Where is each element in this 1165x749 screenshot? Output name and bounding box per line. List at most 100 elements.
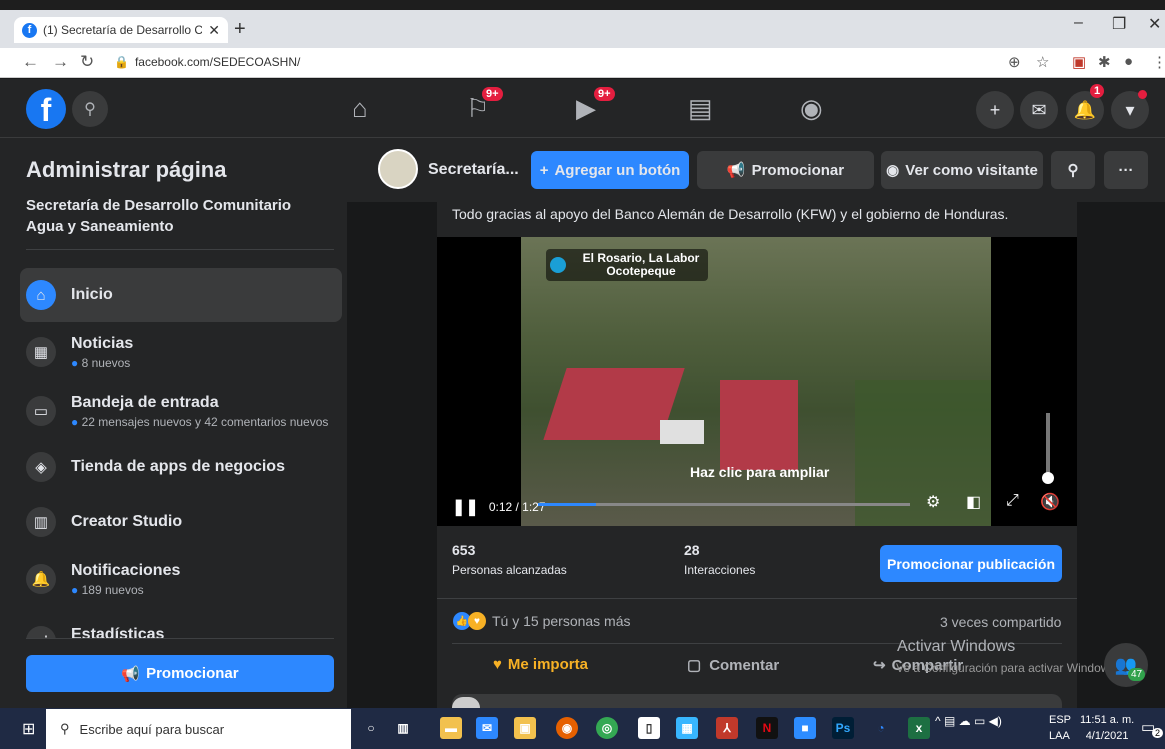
mail-icon[interactable]: ✉ [476, 717, 498, 739]
sidebar-item-app-store[interactable]: ◈ Tienda de apps de negocios [20, 440, 342, 494]
sidebar-item-label: Creator Studio [71, 513, 183, 530]
facebook-favicon-icon: f [22, 22, 37, 38]
location-line-2: Ocotepeque [606, 264, 676, 278]
location-tag: El Rosario, La Labor Ocotepeque [546, 249, 708, 281]
back-icon[interactable]: ← [22, 52, 39, 72]
watch-icon[interactable]: ▶ [576, 93, 596, 124]
sidebar-item-inicio[interactable]: ⌂ Inicio [20, 268, 342, 322]
inbox-icon: ▭ [26, 396, 56, 426]
home-icon[interactable]: ⌂ [352, 93, 368, 124]
shares-count[interactable]: 3 veces compartido [940, 614, 1061, 630]
extension-icon[interactable]: ▣ [1072, 53, 1086, 71]
search-icon[interactable]: ⚲ [72, 91, 108, 127]
zoom-app-icon[interactable]: ■ [794, 717, 816, 739]
more-options-icon[interactable]: ··· [1104, 151, 1148, 189]
minimize-icon[interactable]: – [1074, 14, 1083, 32]
add-button-button[interactable]: + Agregar un botón [531, 151, 689, 189]
sidebar-item-estadisticas[interactable]: ⋰ Estadísticas [20, 620, 342, 638]
close-window-icon[interactable]: ✕ [1148, 14, 1161, 34]
sidebar-title: Administrar página [26, 157, 227, 182]
groups-icon[interactable]: ◉ [800, 93, 823, 124]
page-search-icon[interactable]: ⚲ [1051, 151, 1095, 189]
photoshop-icon[interactable]: Ps [832, 717, 854, 739]
new-tab-icon[interactable]: + [234, 18, 246, 41]
sidebar-item-inbox[interactable]: ▭ Bandeja de entrada ● 22 mensajes nuevo… [20, 384, 342, 438]
file-explorer-icon[interactable]: ▬ [440, 717, 462, 739]
taskbar-search[interactable]: ⚲ Escribe aquí para buscar [46, 709, 351, 749]
promote-post-button[interactable]: Promocionar publicación [880, 545, 1062, 582]
video-controls: ❚❚ 0:12 / 1:27 [452, 497, 546, 517]
puzzle-icon[interactable]: ✱ [1098, 53, 1111, 71]
sidebar-item-sub: 8 nuevos [81, 355, 131, 370]
fullscreen-icon[interactable]: ⤢ [1006, 492, 1019, 510]
windows-start-icon[interactable]: ⊞ [22, 719, 35, 739]
volume-knob[interactable] [1042, 472, 1054, 484]
mute-icon[interactable]: 🔇 [1040, 492, 1060, 512]
video-roof-right [720, 380, 798, 470]
lock-icon: 🔒 [114, 55, 129, 69]
reload-icon[interactable]: ↻ [80, 52, 94, 72]
comment-icon: ▢ [687, 657, 702, 674]
calculator-icon[interactable]: ▦ [676, 717, 698, 739]
reactions-summary[interactable]: 👍 ♥ Tú y 15 personas más [453, 612, 631, 630]
task-view-icon[interactable]: ▥ [392, 717, 414, 739]
notifications-badge: 1 [1090, 84, 1105, 98]
facebook-logo-icon[interactable]: f [26, 89, 66, 129]
document-icon[interactable]: ▯ [638, 717, 660, 739]
messenger-icon[interactable]: ✉ [1020, 91, 1058, 129]
netflix-icon[interactable]: N [756, 717, 778, 739]
interactions-number: 28 [684, 542, 700, 558]
chrome-icon[interactable]: ◎ [596, 717, 618, 739]
stats-icon: ⋰ [26, 626, 56, 638]
url-field[interactable]: 🔒 facebook.com/SEDECOASHN/ [114, 55, 300, 69]
sidebar-page-name: Secretaría de Desarrollo Comunitario Agu… [26, 197, 292, 235]
taskbar-search-text: Escribe aquí para buscar [79, 721, 225, 737]
restore-icon[interactable]: ❐ [1112, 14, 1126, 34]
star-icon[interactable]: ☆ [1036, 53, 1049, 71]
sidebar-item-notificaciones[interactable]: 🔔 Notificaciones ● 189 nuevos [20, 552, 342, 606]
browser-tab[interactable]: f (1) Secretaría de Desarrollo Com ✕ [14, 17, 228, 43]
promote-page-button[interactable]: 📢 Promocionar [697, 151, 874, 189]
acrobat-icon[interactable]: ⅄ [716, 717, 738, 739]
menu-dots-icon[interactable]: ⋮ [1152, 53, 1165, 71]
firefox-icon[interactable]: ◉ [556, 717, 578, 739]
sidebar-item-noticias[interactable]: ▦ Noticias ● 8 nuevos [20, 325, 342, 379]
picture-in-picture-icon[interactable]: ◧ [966, 492, 981, 512]
eye-icon: ◉ [886, 162, 900, 179]
edge-icon[interactable]: ◔ [870, 717, 892, 739]
pause-icon[interactable]: ❚❚ [452, 497, 479, 517]
forward-icon[interactable]: → [52, 52, 69, 72]
care-label: Me importa [507, 656, 588, 673]
comment-button[interactable]: ▢ Comentar [687, 656, 779, 675]
view-as-label: Ver como visitante [905, 161, 1038, 179]
create-icon[interactable]: + [976, 91, 1014, 129]
page-avatar[interactable] [378, 149, 418, 189]
marketplace-icon[interactable]: ▤ [688, 93, 713, 124]
settings-gear-icon[interactable]: ⚙ [926, 492, 940, 512]
screen-top-strip [0, 0, 1165, 10]
store-icon[interactable]: ▣ [514, 717, 536, 739]
sidebar-item-creator-studio[interactable]: ▥ Creator Studio [20, 495, 342, 549]
view-as-visitor-button[interactable]: ◉ Ver como visitante [881, 151, 1043, 189]
taskbar-clock[interactable]: 11:51 a. m. 4/1/2021 [1080, 712, 1134, 744]
tab-close-icon[interactable]: ✕ [208, 22, 220, 39]
excel-icon[interactable]: x [908, 717, 930, 739]
profile-icon[interactable]: ● [1124, 53, 1133, 70]
interactions-label: Interacciones [684, 563, 756, 577]
sidebar-item-label: Notificaciones [71, 561, 181, 579]
click-to-expand-text[interactable]: Haz clic para ampliar [690, 464, 829, 480]
tab-title: (1) Secretaría de Desarrollo Com [43, 23, 203, 37]
input-language[interactable]: ESP LAA [1049, 712, 1071, 744]
contacts-chat-icon[interactable]: 👥 [1104, 643, 1148, 687]
page-name[interactable]: Secretaría... [428, 161, 519, 179]
care-button[interactable]: ♥ Me importa [493, 656, 588, 673]
url-text: facebook.com/SEDECOASHN/ [134, 55, 301, 69]
comment-input[interactable] [452, 694, 1062, 708]
commenter-avatar [452, 697, 480, 708]
system-tray-icons[interactable]: ^ ▤ ☁ ▭ ◀) [935, 714, 1002, 728]
promote-button[interactable]: 📢 Promocionar [26, 655, 334, 692]
zoom-icon[interactable]: ⊕ [1008, 53, 1021, 71]
cortana-icon[interactable]: ○ [360, 717, 382, 739]
action-center-badge: 2 [1152, 728, 1164, 738]
volume-slider[interactable] [1046, 413, 1050, 477]
